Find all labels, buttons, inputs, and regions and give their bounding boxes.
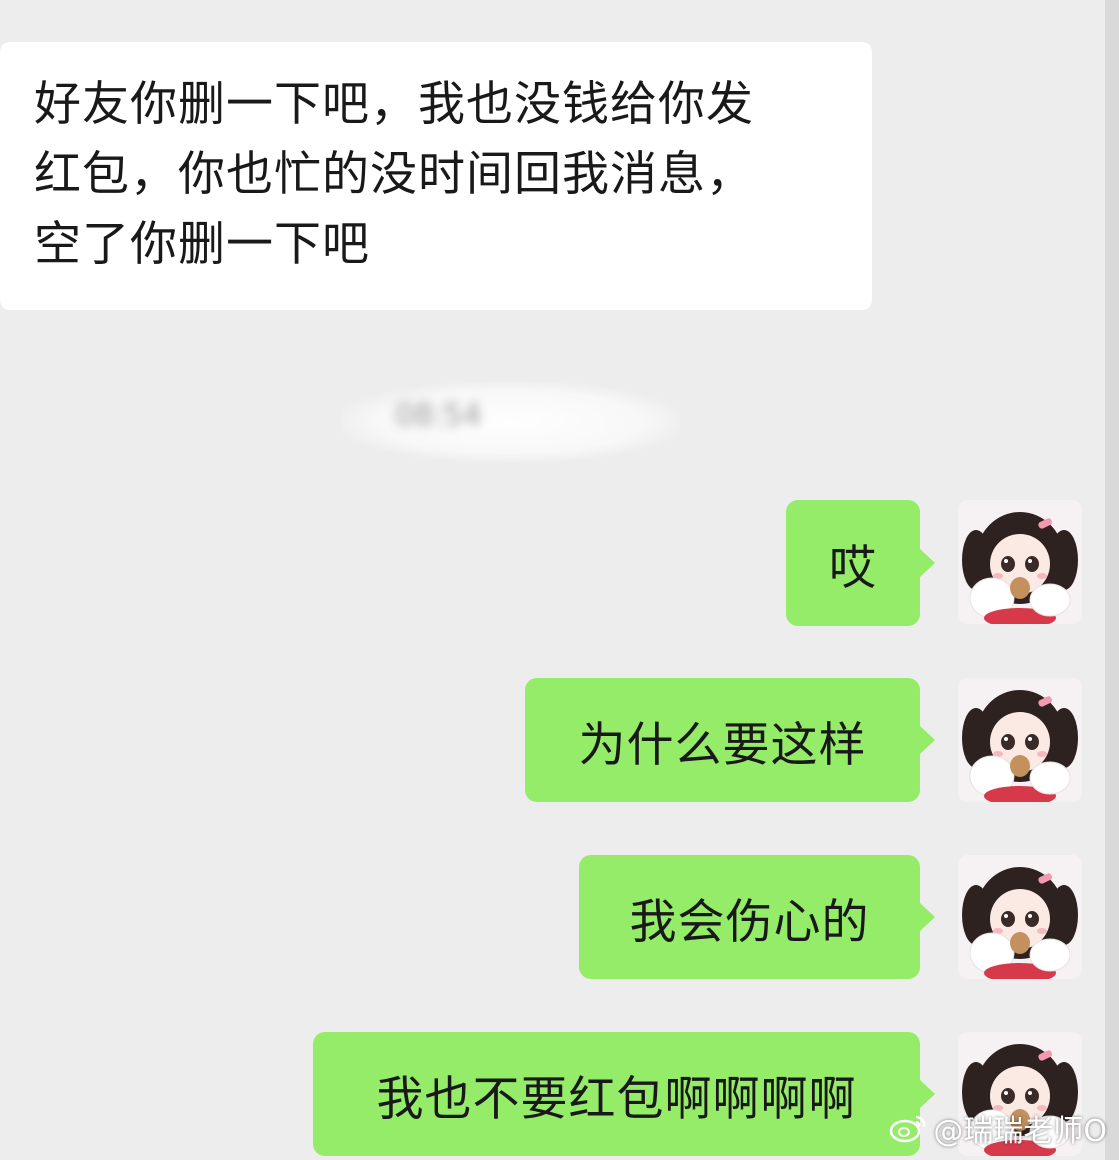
user-avatar[interactable] [958, 855, 1082, 979]
user-avatar[interactable] [958, 500, 1082, 624]
watermark: @瑞瑞老师O [889, 1106, 1107, 1150]
outgoing-message-text: 我也不要红包啊啊啊啊 [376, 1071, 857, 1127]
girl-avatar-icon [958, 500, 1082, 624]
girl-avatar-icon [958, 678, 1082, 802]
incoming-message-line: 空了你删一下吧 [34, 217, 370, 272]
outgoing-message-text: 为什么要这样 [578, 717, 867, 773]
scrollbar-track[interactable] [1105, 0, 1119, 1160]
incoming-message-line: 红包，你也忙的没时间回我消息， [34, 147, 754, 202]
watermark-text: @瑞瑞老师O [933, 1114, 1107, 1149]
incoming-message-bubble[interactable]: 好友你删一下吧，我也没钱给你发 红包，你也忙的没时间回我消息， 空了你删一下吧 [0, 42, 872, 310]
incoming-message-line: 好友你删一下吧，我也没钱给你发 [34, 77, 754, 132]
girl-avatar-icon [958, 855, 1082, 979]
outgoing-message-text: 我会伤心的 [629, 894, 870, 950]
message-timestamp: 08:54 [395, 398, 482, 433]
outgoing-message-bubble[interactable]: 我也不要红包啊啊啊啊 [313, 1032, 935, 1156]
outgoing-message-bubble[interactable]: 我会伤心的 [579, 855, 935, 979]
chat-screen: 好友你删一下吧，我也没钱给你发 红包，你也忙的没时间回我消息， 空了你删一下吧 … [0, 0, 1119, 1160]
timestamp-blur-mask [340, 382, 680, 462]
outgoing-message-text: 哎 [829, 540, 877, 596]
outgoing-message-bubble[interactable]: 哎 [786, 500, 935, 626]
user-avatar[interactable] [958, 678, 1082, 802]
outgoing-message-bubble[interactable]: 为什么要这样 [525, 678, 935, 802]
weibo-icon [890, 1115, 926, 1143]
